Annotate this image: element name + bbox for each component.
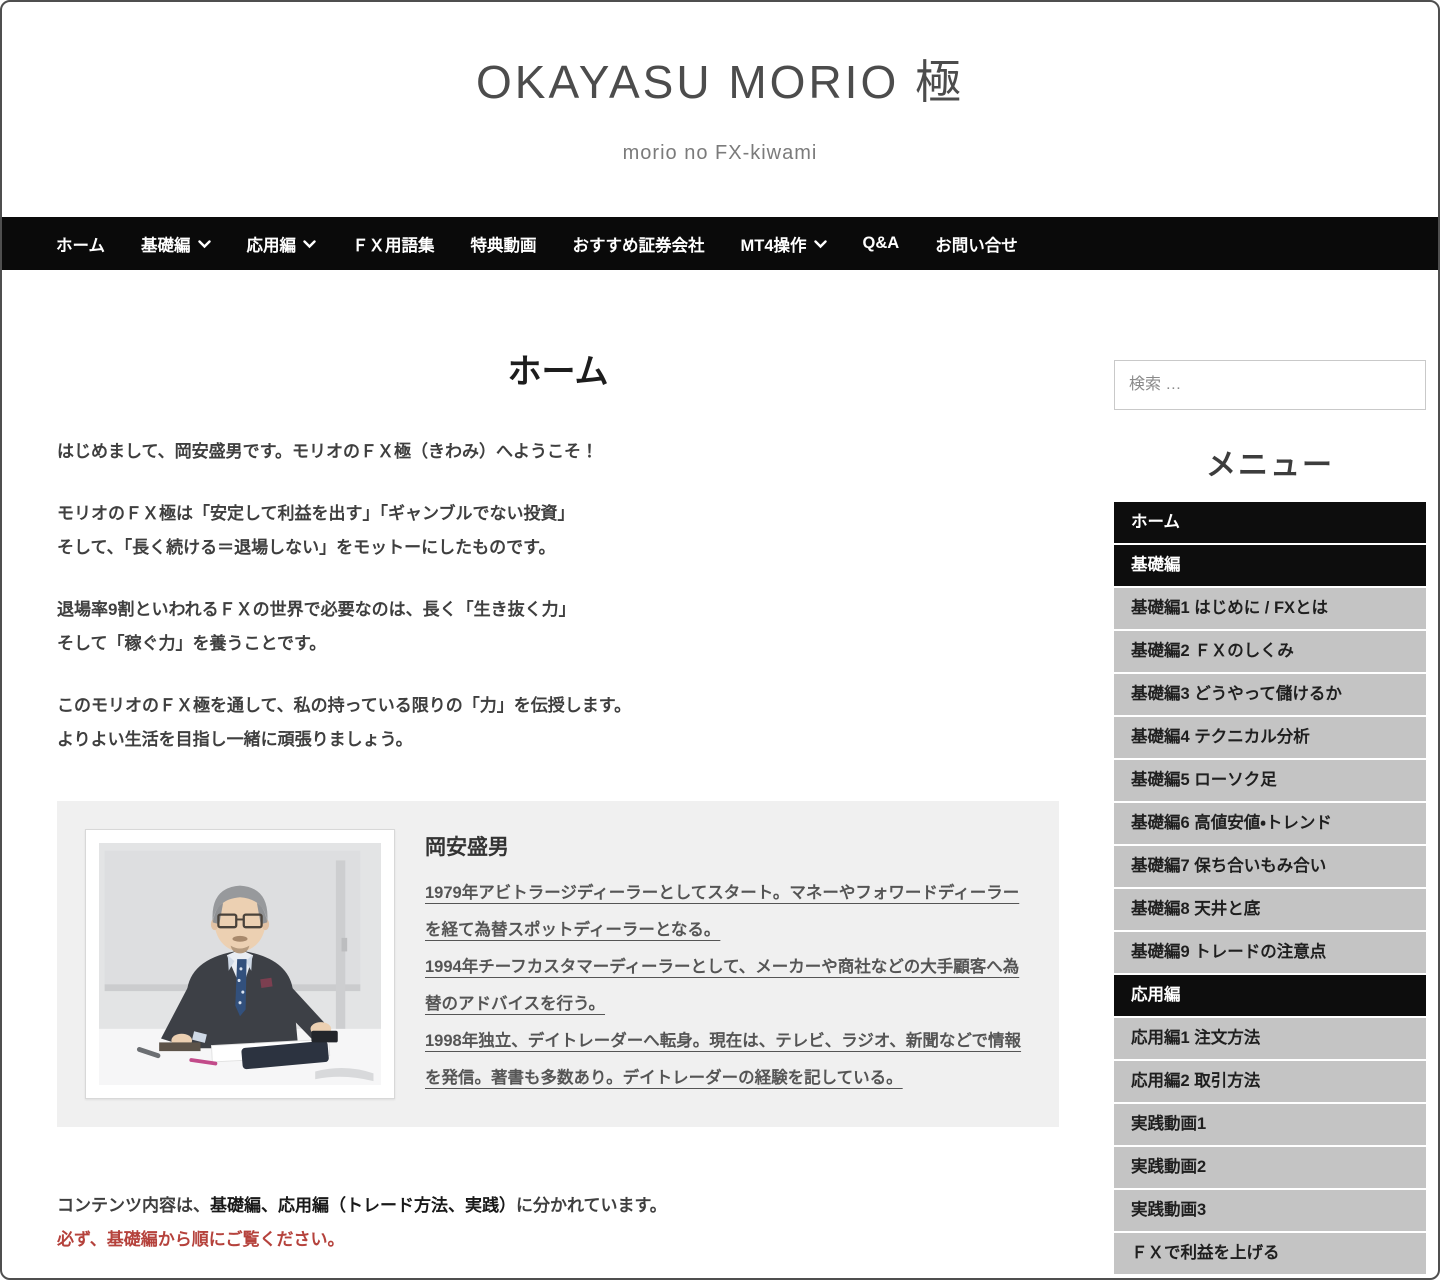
note-bold: 基礎編、応用編（トレード方法、実践） [210,1196,516,1215]
site-subtitle: morio no FX-kiwami [622,142,818,164]
nav-item-basics[interactable]: 基礎編 [141,232,211,256]
sidebar: メニュー ホーム 基礎編 基礎編1 はじめに / FXとは 基礎編2 ＦＸのしく… [1113,270,1426,1276]
nav-item-advanced[interactable]: 応用編 [247,232,317,256]
nav-item-home[interactable]: ホーム [56,232,105,256]
sidebar-menu-list: ホーム 基礎編 基礎編1 はじめに / FXとは 基礎編2 ＦＸのしくみ 基礎編… [1113,502,1426,1274]
sidebar-item-basics-1[interactable]: 基礎編1 はじめに / FXとは [1113,588,1426,629]
sidebar-item-basics-7[interactable]: 基礎編7 保ち合いもみ合い [1113,846,1426,887]
profile-box: 岡安盛男 1979年アビトラージディーラーとしてスタート。マネーやフォワードディ… [57,801,1059,1127]
main-content: ホーム はじめまして、岡安盛男です。モリオのＦＸ極（きわみ）へようこそ！ モリオ… [57,270,1059,1276]
nav-item-contact[interactable]: お問い合せ [935,232,1018,256]
site-title: OKAYASU MORIO 極 [475,56,965,108]
sidebar-item-practice-video-1[interactable]: 実践動画1 [1113,1104,1426,1145]
nav-item-label: 応用編 [246,236,297,255]
sidebar-item-advanced-1[interactable]: 応用編1 注文方法 [1113,1018,1426,1059]
site-header: OKAYASU MORIO 極 morio no FX-kiwami [2,2,1438,217]
top-navigation: ホーム 基礎編 応用編 ＦＸ用語集 特典動画 おすすめ証券会社 MT4操作 Q&… [2,217,1438,270]
nav-item-label: 基礎編 [141,236,191,255]
man-in-suit-at-desk-photo [99,843,381,1085]
intro-paragraph: このモリオのＦＸ極を通して、私の持っている限りの「力」を伝授します。 よりよい生… [57,696,632,749]
content-row: ホーム はじめまして、岡安盛男です。モリオのＦＸ極（きわみ）へようこそ！ モリオ… [2,270,1438,1276]
profile-text: 岡安盛男 1979年アビトラージディーラーとしてスタート。マネーやフォワードディ… [425,829,1031,1097]
note-suffix: に分かれています。 [516,1196,667,1215]
content-note: コンテンツ内容は、基礎編、応用編（トレード方法、実践）に分かれています。 必ず、… [57,1189,1059,1257]
chevron-down-icon [813,235,827,254]
profile-photo [85,829,395,1099]
intro-paragraph: モリオのＦＸ極は「安定して利益を出す」「ギャンブルでない投資」 そして、「長く続… [57,504,575,557]
nav-item-label: ホーム [56,236,106,255]
sidebar-item-basics[interactable]: 基礎編 [1113,545,1426,586]
sidebar-item-practice-video-2[interactable]: 実践動画2 [1113,1147,1426,1188]
sidebar-item-basics-4[interactable]: 基礎編4 テクニカル分析 [1113,717,1426,758]
sidebar-item-basics-5[interactable]: 基礎編5 ローソク足 [1113,760,1426,801]
nav-item-glossary[interactable]: ＦＸ用語集 [352,232,435,256]
intro-paragraph: 退場率9割といわれるＦＸの世界で必要なのは、長く「生き抜く力」 そして「稼ぐ力」… [57,600,576,653]
sidebar-item-practice-video-3[interactable]: 実践動画3 [1113,1190,1426,1231]
nav-item-label: おすすめ証券会社 [572,236,705,255]
sidebar-item-basics-2[interactable]: 基礎編2 ＦＸのしくみ [1113,631,1426,672]
chevron-down-icon [197,235,211,254]
page-frame: OKAYASU MORIO 極 morio no FX-kiwami ホーム 基… [0,0,1440,1280]
sidebar-item-basics-9[interactable]: 基礎編9 トレードの注意点 [1113,932,1426,973]
chevron-down-icon [303,235,316,254]
nav-item-label: お問い合せ [935,236,1018,255]
nav-item-recommended-brokers[interactable]: おすすめ証券会社 [573,232,705,256]
intro-paragraphs: はじめまして、岡安盛男です。モリオのＦＸ極（きわみ）へようこそ！ モリオのＦＸ極… [57,435,1059,757]
sidebar-item-fx-profit[interactable]: ＦＸで利益を上げる [1113,1233,1426,1274]
sidebar-item-basics-8[interactable]: 基礎編8 天井と底 [1113,889,1426,930]
sidebar-item-basics-3[interactable]: 基礎編3 どうやって儲けるか [1113,674,1426,715]
sidebar-item-advanced[interactable]: 応用編 [1113,975,1426,1016]
warning-text: 必ず、基礎編から順にご覧ください。 [57,1230,345,1249]
profile-name: 岡安盛男 [425,836,509,859]
intro-paragraph: はじめまして、岡安盛男です。モリオのＦＸ極（きわみ）へようこそ！ [57,442,598,461]
note-prefix: コンテンツ内容は、 [57,1196,210,1215]
bio-link[interactable]: 1979年アビトラージディーラーとしてスタート。マネーやフォワードディーラーを経… [425,875,1031,949]
search-input[interactable] [1113,360,1426,410]
nav-item-mt4[interactable]: MT4操作 [741,232,827,256]
nav-item-qa[interactable]: Q&A [863,234,900,253]
page-title: ホーム [507,353,609,391]
bio-link[interactable]: 1994年チーフカスタマーディーラーとして、メーカーや商社などの大手顧客へ為替の… [425,949,1031,1023]
sidebar-item-advanced-2[interactable]: 応用編2 取引方法 [1113,1061,1426,1102]
sidebar-menu-heading: メニュー [1205,449,1334,482]
nav-item-bonus-videos[interactable]: 特典動画 [471,232,537,256]
sidebar-item-basics-6[interactable]: 基礎編6 高値安値・トレンド [1113,803,1426,844]
nav-item-label: Q&A [862,234,900,252]
nav-item-label: ＦＸ用語集 [352,236,435,255]
bio-link[interactable]: 1998年独立、デイトレーダーへ転身。現在は、テレビ、ラジオ、新聞などで情報を発… [425,1023,1031,1097]
sidebar-item-home[interactable]: ホーム [1113,502,1426,543]
nav-item-label: 特典動画 [470,236,537,255]
nav-item-label: MT4操作 [740,236,807,255]
